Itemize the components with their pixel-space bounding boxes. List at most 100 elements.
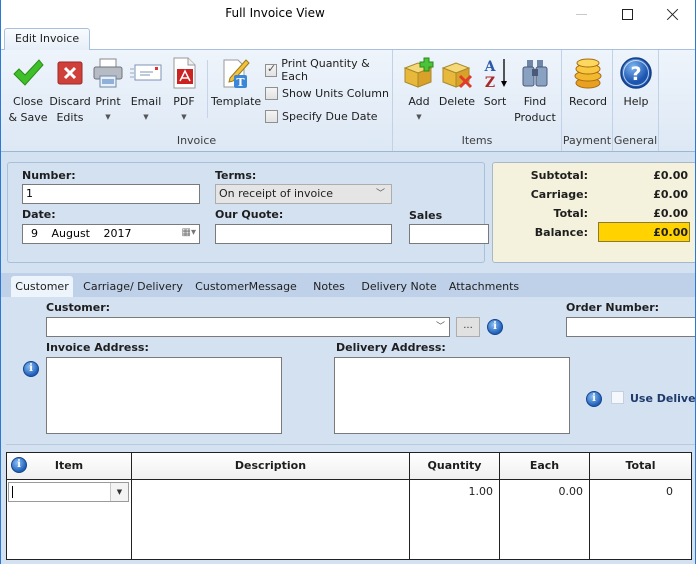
customer-label: Customer:: [46, 301, 111, 314]
number-input[interactable]: 1: [22, 184, 200, 204]
ribbon-tab-edit-invoice[interactable]: Edit Invoice: [4, 28, 91, 51]
title-bar: Full Invoice View: [1, 0, 695, 28]
text-cursor: [12, 486, 13, 498]
svg-text:T: T: [236, 76, 245, 89]
date-picker[interactable]: 9 August 2017 ▦▾: [22, 224, 200, 244]
add-dropdown-caret[interactable]: ▼: [401, 110, 437, 124]
terms-select[interactable]: On receipt of invoice ﹀: [215, 184, 392, 204]
close-save-label-1: Close: [13, 95, 43, 108]
ribbon-group-payment: Record Payment: [562, 50, 613, 151]
total-label: Total:: [553, 207, 588, 220]
record-payment-button[interactable]: Record: [566, 54, 610, 110]
binoculars-icon: [518, 56, 552, 90]
cell-quantity[interactable]: 1.00: [410, 480, 500, 559]
find-label-1: Find: [523, 95, 547, 108]
our-quote-label: Our Quote:: [215, 208, 284, 221]
close-window-button[interactable]: [650, 0, 695, 28]
subtotal-label: Subtotal:: [530, 169, 588, 182]
detail-tab-strip: Customer Carriage/ Delivery CustomerMess…: [1, 273, 695, 297]
cell-each[interactable]: 0.00: [500, 480, 590, 559]
cell-total[interactable]: 0: [590, 480, 691, 559]
specify-due-date-label: Specify Due Date: [282, 109, 378, 123]
envelope-icon: [129, 56, 163, 90]
box-delete-icon: [440, 56, 474, 90]
invoice-header-panel: Number: 1 Date: 9 August 2017 ▦▾ Terms: …: [7, 162, 489, 263]
template-label: Template: [211, 95, 262, 108]
column-header-each[interactable]: Each: [500, 453, 590, 480]
order-number-input[interactable]: [566, 317, 695, 337]
svg-text:?: ?: [630, 63, 641, 85]
find-label-2: Product: [514, 111, 556, 124]
add-item-button[interactable]: Add ▼: [401, 54, 437, 124]
chevron-down-icon: ﹀: [375, 189, 385, 199]
sales-person-input[interactable]: [409, 224, 489, 244]
pdf-label: PDF: [173, 95, 195, 108]
balance-value: £0.00: [653, 226, 688, 239]
print-quantity-each-label: Print Quantity & Each: [281, 57, 370, 83]
tab-carriage-delivery[interactable]: Carriage/ Delivery: [79, 276, 187, 297]
tab-delivery-note[interactable]: Delivery Note: [357, 276, 441, 297]
delete-item-button[interactable]: Delete: [437, 54, 477, 110]
our-quote-input[interactable]: [215, 224, 392, 244]
date-month[interactable]: August: [52, 227, 91, 240]
browse-customer-button[interactable]: ...: [456, 317, 480, 337]
invoice-window: Full Invoice View Edit Invoice Close & S…: [0, 0, 696, 564]
minimize-button[interactable]: [558, 0, 604, 28]
customer-info-icon[interactable]: i: [487, 319, 503, 335]
find-product-button[interactable]: Find Product: [513, 54, 557, 126]
checkbox-unchecked[interactable]: [265, 86, 278, 100]
subtotal-value: £0.00: [653, 169, 688, 182]
maximize-button[interactable]: [604, 0, 650, 28]
calendar-dropdown-icon[interactable]: ▦▾: [182, 227, 196, 238]
invoice-address-info-icon[interactable]: i: [23, 361, 39, 377]
column-header-quantity[interactable]: Quantity: [410, 453, 500, 480]
item-select[interactable]: ▼: [8, 482, 129, 502]
template-button[interactable]: T Template: [211, 54, 262, 110]
sort-az-icon: AZ: [479, 56, 513, 91]
order-number-label: Order Number:: [566, 301, 660, 314]
ribbon-group-invoice: Close & Save Discard Edits Print ▼ Email…: [1, 50, 393, 151]
cell-description[interactable]: [132, 480, 410, 559]
close-save-button[interactable]: Close & Save: [7, 54, 49, 126]
show-units-column-checkbox[interactable]: Show Units Column: [265, 84, 389, 102]
print-dropdown-caret[interactable]: ▼: [91, 110, 125, 124]
print-quantity-each-checkbox[interactable]: Print Quantity & Each: [265, 57, 392, 83]
email-dropdown-caret[interactable]: ▼: [129, 110, 163, 124]
terms-label: Terms:: [215, 169, 257, 182]
column-header-item[interactable]: i Item: [7, 453, 132, 480]
delivery-address-textarea[interactable]: [334, 357, 570, 434]
invoice-address-textarea[interactable]: [46, 357, 282, 434]
help-icon: ?: [619, 56, 653, 90]
specify-due-date-checkbox[interactable]: Specify Due Date: [265, 107, 378, 125]
item-header-label: Item: [54, 459, 84, 472]
print-label: Print: [95, 95, 121, 108]
discard-edits-button[interactable]: Discard Edits: [49, 54, 91, 126]
delivery-info-icon[interactable]: i: [586, 391, 602, 407]
date-day[interactable]: 9: [31, 227, 38, 240]
use-delivery-checkbox[interactable]: [611, 391, 624, 404]
tab-customer[interactable]: Customer: [11, 276, 73, 297]
pdf-button[interactable]: PDF ▼: [167, 54, 201, 124]
balance-label: Balance:: [534, 226, 588, 239]
item-info-icon[interactable]: i: [11, 457, 27, 473]
checkbox-unchecked[interactable]: [265, 109, 278, 123]
ribbon: Close & Save Discard Edits Print ▼ Email…: [1, 50, 695, 152]
column-header-description[interactable]: Description: [132, 453, 410, 480]
email-button[interactable]: Email ▼: [129, 54, 163, 124]
checkbox-checked[interactable]: [265, 62, 278, 77]
pdf-dropdown-caret[interactable]: ▼: [167, 110, 201, 124]
tab-attachments[interactable]: Attachments: [447, 276, 521, 297]
item-dropdown-button[interactable]: ▼: [110, 483, 128, 501]
invoice-address-label: Invoice Address:: [46, 341, 149, 354]
number-label: Number:: [22, 169, 76, 182]
customer-select[interactable]: ﹀: [46, 317, 450, 337]
close-icon: [667, 8, 679, 20]
tab-customer-message[interactable]: CustomerMessage: [193, 276, 299, 297]
sort-button[interactable]: AZ Sort: [479, 54, 511, 110]
print-button[interactable]: Print ▼: [91, 54, 125, 124]
template-icon: T: [218, 56, 252, 90]
tab-notes[interactable]: Notes: [307, 276, 351, 297]
date-year[interactable]: 2017: [104, 227, 132, 240]
column-header-total[interactable]: Total: [590, 453, 691, 480]
help-button[interactable]: ? Help: [617, 54, 655, 110]
